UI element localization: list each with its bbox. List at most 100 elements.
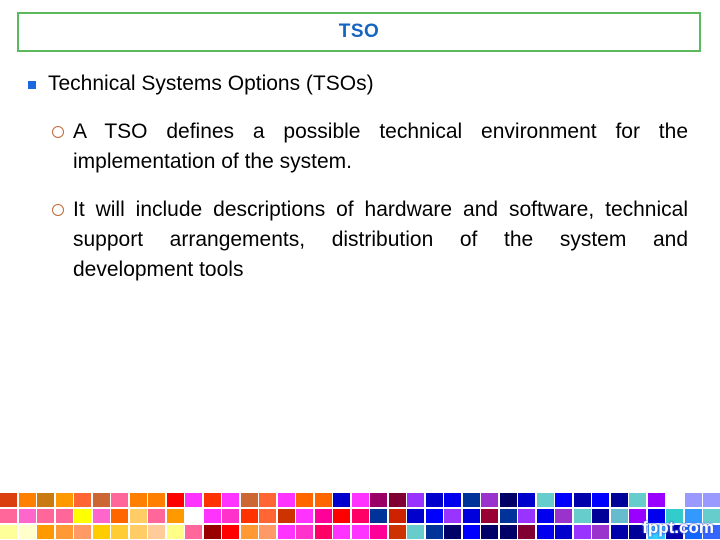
mosaic-row	[0, 493, 720, 508]
decorative-mosaic-footer	[0, 493, 720, 540]
mosaic-tile	[666, 493, 683, 507]
mosaic-tile	[444, 509, 461, 523]
mosaic-tile	[370, 525, 387, 539]
sub-bullet: It will include descriptions of hardware…	[52, 195, 688, 285]
main-bullet: Technical Systems Options (TSOs)	[28, 72, 374, 96]
mosaic-tile	[203, 509, 221, 523]
mosaic-tile	[0, 509, 17, 523]
mosaic-tile	[333, 525, 350, 539]
mosaic-tile	[129, 509, 147, 523]
mosaic-tile	[333, 493, 350, 507]
mosaic-tile	[481, 493, 498, 507]
mosaic-tile	[18, 525, 36, 539]
mosaic-tile	[55, 509, 73, 523]
mosaic-tile	[518, 493, 535, 507]
mosaic-tile	[277, 509, 295, 523]
mosaic-tile	[647, 493, 665, 507]
mosaic-tile	[536, 493, 554, 507]
mosaic-tile	[592, 525, 609, 539]
mosaic-tile	[129, 525, 147, 539]
mosaic-tile	[444, 525, 461, 539]
mosaic-tile	[185, 493, 202, 507]
mosaic-tile	[296, 525, 313, 539]
mosaic-tile	[555, 509, 572, 523]
mosaic-tile	[481, 509, 498, 523]
mosaic-tile	[407, 525, 424, 539]
sub-bullet-text: A TSO defines a possible technical envir…	[73, 120, 688, 173]
mosaic-tile	[407, 509, 424, 523]
sub-bullet-text: It will include descriptions of hardware…	[73, 198, 688, 281]
mosaic-tile	[0, 525, 17, 539]
mosaic-row	[0, 509, 720, 524]
mosaic-tile	[499, 493, 517, 507]
mosaic-tile	[55, 525, 73, 539]
mosaic-tile	[0, 493, 17, 507]
mosaic-tile	[148, 493, 165, 507]
mosaic-tile	[370, 509, 387, 523]
mosaic-tile	[74, 509, 91, 523]
mosaic-tile	[37, 493, 54, 507]
mosaic-tile	[222, 525, 239, 539]
mosaic-tile	[129, 493, 147, 507]
mosaic-tile	[148, 509, 165, 523]
mosaic-tile	[555, 525, 572, 539]
mosaic-tile	[259, 493, 276, 507]
mosaic-tile	[444, 493, 461, 507]
mosaic-tile	[610, 525, 628, 539]
circle-bullet-icon	[52, 204, 64, 216]
mosaic-tile	[573, 509, 591, 523]
mosaic-tile	[555, 493, 572, 507]
mosaic-tile	[296, 509, 313, 523]
mosaic-tile	[240, 525, 258, 539]
mosaic-tile	[592, 509, 609, 523]
sub-bullet: A TSO defines a possible technical envir…	[52, 117, 688, 177]
mosaic-tile	[259, 509, 276, 523]
mosaic-tile	[370, 493, 387, 507]
mosaic-tile	[314, 509, 332, 523]
mosaic-tile	[185, 509, 202, 523]
mosaic-tile	[388, 509, 406, 523]
mosaic-tile	[499, 509, 517, 523]
mosaic-tile	[203, 493, 221, 507]
mosaic-tile	[536, 509, 554, 523]
mosaic-tile	[166, 493, 184, 507]
mosaic-tile	[407, 493, 424, 507]
mosaic-tile	[462, 509, 480, 523]
mosaic-tile	[462, 525, 480, 539]
mosaic-tile	[92, 525, 110, 539]
mosaic-tile	[240, 493, 258, 507]
mosaic-tile	[166, 509, 184, 523]
circle-bullet-icon	[52, 126, 64, 138]
mosaic-tile	[18, 509, 36, 523]
mosaic-tile	[351, 525, 369, 539]
mosaic-tile	[222, 509, 239, 523]
mosaic-tile	[610, 509, 628, 523]
mosaic-tile	[277, 525, 295, 539]
mosaic-tile	[222, 493, 239, 507]
mosaic-tile	[388, 493, 406, 507]
mosaic-tile	[277, 493, 295, 507]
mosaic-tile	[518, 509, 535, 523]
mosaic-tile	[629, 493, 646, 507]
mosaic-tile	[481, 525, 498, 539]
mosaic-tile	[499, 525, 517, 539]
mosaic-tile	[536, 525, 554, 539]
mosaic-tile	[37, 509, 54, 523]
mosaic-tile	[351, 509, 369, 523]
mosaic-tile	[111, 509, 128, 523]
mosaic-tile	[425, 493, 443, 507]
mosaic-tile	[259, 525, 276, 539]
mosaic-tile	[55, 493, 73, 507]
mosaic-tile	[518, 525, 535, 539]
mosaic-tile	[148, 525, 165, 539]
mosaic-tile	[333, 509, 350, 523]
mosaic-tile	[462, 493, 480, 507]
main-bullet-text: Technical Systems Options (TSOs)	[48, 72, 374, 95]
mosaic-tile	[314, 525, 332, 539]
mosaic-tile	[684, 493, 702, 507]
mosaic-tile	[314, 493, 332, 507]
mosaic-tile	[573, 493, 591, 507]
mosaic-tile	[92, 509, 110, 523]
mosaic-tile	[203, 525, 221, 539]
mosaic-tile	[74, 493, 91, 507]
